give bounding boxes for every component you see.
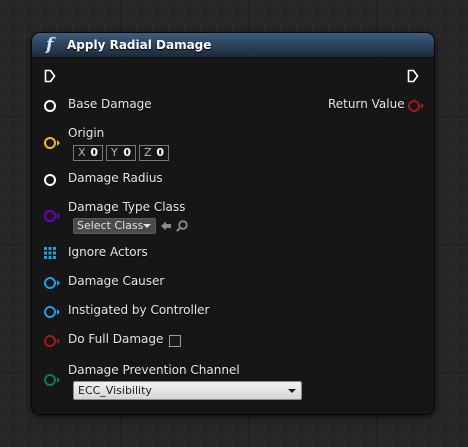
function-node[interactable]: f Apply Radial Damage Base Damage Return… [32,33,434,414]
damage-type-class-arrow-icon [57,213,60,219]
do-full-damage-pin-icon[interactable] [44,335,56,347]
do-full-damage-checkbox[interactable] [169,335,181,347]
exec-in-pin-icon[interactable] [44,69,56,83]
base-damage-label: Base Damage [68,97,152,111]
select-class-dropdown[interactable]: Select Class [73,218,156,234]
origin-z-axis: Z [144,146,152,159]
instigated-by-controller-label: Instigated by Controller [68,303,210,317]
function-icon: f [46,35,54,55]
use-selected-arrow-icon[interactable] [159,219,173,233]
origin-z-value: 0 [156,146,164,159]
damage-causer-label: Damage Causer [68,274,165,288]
origin-arrow-icon [57,140,60,146]
origin-label: Origin [68,126,105,140]
node-header[interactable]: f Apply Radial Damage [32,33,434,58]
damage-prevention-channel-label: Damage Prevention Channel [68,363,240,377]
damage-causer-pin-icon[interactable] [44,277,56,289]
do-full-damage-label: Do Full Damage [68,332,164,346]
instigated-by-controller-arrow-icon [57,309,60,315]
damage-causer-arrow-icon [57,280,60,286]
return-value-pin-icon[interactable] [408,100,420,112]
chevron-down-icon [288,389,296,393]
origin-pin-icon[interactable] [44,137,56,149]
do-full-damage-arrow-icon [57,338,60,344]
collision-channel-dropdown[interactable]: ECC_Visibility [73,381,302,400]
origin-x-axis: X [78,146,86,159]
base-damage-pin-icon[interactable] [44,100,56,112]
chevron-down-icon [143,224,151,228]
origin-x-value: 0 [90,146,98,159]
damage-prevention-channel-pin-icon[interactable] [44,374,56,386]
instigated-by-controller-pin-icon[interactable] [44,306,56,318]
damage-radius-pin-icon[interactable] [44,174,56,186]
exec-out-pin-icon[interactable] [407,69,419,83]
damage-type-class-label: Damage Type Class [68,200,186,214]
node-title: Apply Radial Damage [67,38,212,52]
ignore-actors-array-pin-icon[interactable] [44,247,56,259]
origin-y-input[interactable]: Y 0 [106,145,136,161]
return-value-arrow-icon [421,103,424,109]
origin-y-value: 0 [123,146,131,159]
collision-channel-value: ECC_Visibility [78,384,152,397]
origin-y-axis: Y [111,146,118,159]
damage-type-class-pin-icon[interactable] [44,210,56,222]
origin-x-input[interactable]: X 0 [73,145,103,161]
return-value-label: Return Value [328,97,405,111]
damage-prevention-channel-arrow-icon [57,377,60,383]
browse-search-icon[interactable] [175,219,189,233]
origin-z-input[interactable]: Z 0 [139,145,169,161]
ignore-actors-label: Ignore Actors [68,245,148,259]
damage-radius-label: Damage Radius [68,171,163,185]
select-class-label: Select Class [77,219,144,232]
